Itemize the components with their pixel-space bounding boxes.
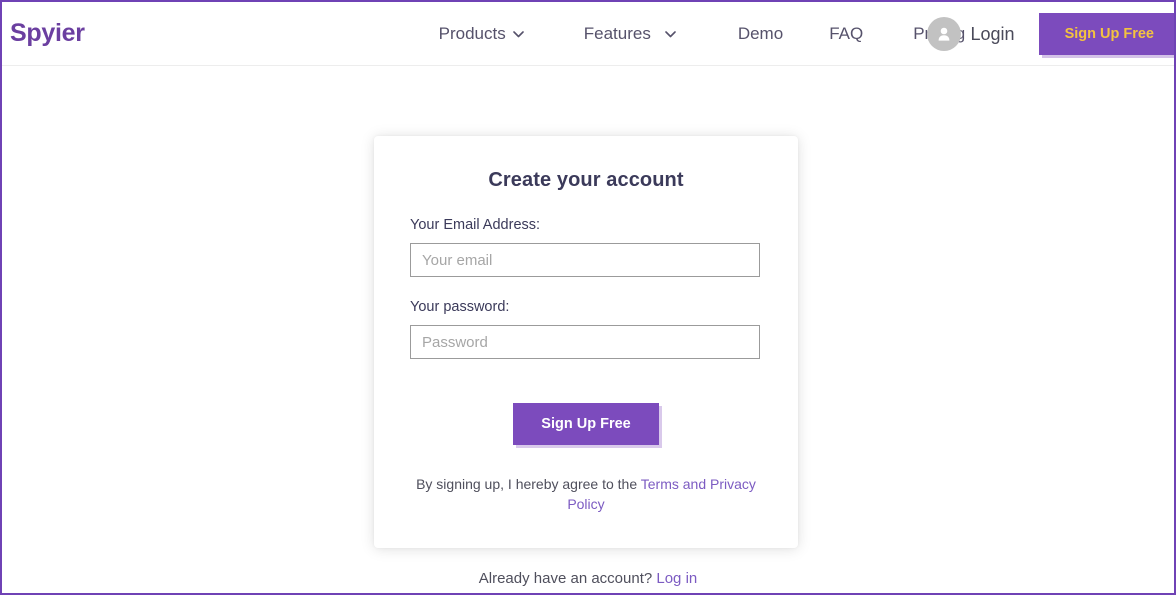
- browser-window-frame: Spyier Products Features Demo FAQ: [0, 0, 1176, 595]
- main-navigation: Products Features Demo FAQ Pricing: [419, 24, 986, 44]
- nav-item-features[interactable]: Features: [544, 24, 696, 44]
- nav-item-label: Products: [439, 24, 506, 44]
- nav-item-demo[interactable]: Demo: [696, 24, 803, 44]
- password-field-label: Your password:: [410, 299, 762, 315]
- site-header: Spyier Products Features Demo FAQ: [2, 2, 1174, 66]
- nav-item-faq[interactable]: FAQ: [803, 24, 883, 44]
- terms-agreement-text: By signing up, I hereby agree to the Ter…: [410, 475, 762, 515]
- chevron-down-icon: [513, 31, 524, 38]
- nav-item-label: Demo: [738, 24, 783, 44]
- login-link[interactable]: Login: [927, 17, 1015, 51]
- terms-prefix: By signing up, I hereby agree to the: [416, 476, 641, 492]
- header-signup-button[interactable]: Sign Up Free: [1039, 13, 1176, 55]
- nav-item-products[interactable]: Products: [419, 24, 544, 44]
- submit-row: Sign Up Free: [410, 403, 762, 445]
- nav-item-label: Features: [584, 24, 651, 44]
- chevron-down-icon: [665, 31, 676, 38]
- signup-card: Create your account Your Email Address: …: [374, 136, 798, 548]
- already-have-account-row: Already have an account? Log in: [2, 570, 1174, 587]
- email-input[interactable]: [410, 243, 760, 277]
- card-title: Create your account: [410, 136, 762, 192]
- nav-item-label: FAQ: [829, 24, 863, 44]
- password-field-group: Your password:: [410, 299, 762, 359]
- email-field-group: Your Email Address:: [410, 217, 762, 277]
- brand-logo[interactable]: Spyier: [10, 19, 85, 48]
- login-text-link[interactable]: Log in: [656, 570, 697, 587]
- password-input[interactable]: [410, 325, 760, 359]
- login-label: Login: [971, 24, 1015, 45]
- already-have-account-text: Already have an account?: [479, 570, 657, 587]
- page-body: Create your account Your Email Address: …: [2, 66, 1174, 593]
- signup-submit-button[interactable]: Sign Up Free: [513, 403, 658, 445]
- auth-area: Login Sign Up Free: [927, 2, 1174, 66]
- user-avatar-icon: [927, 17, 961, 51]
- email-field-label: Your Email Address:: [410, 217, 762, 233]
